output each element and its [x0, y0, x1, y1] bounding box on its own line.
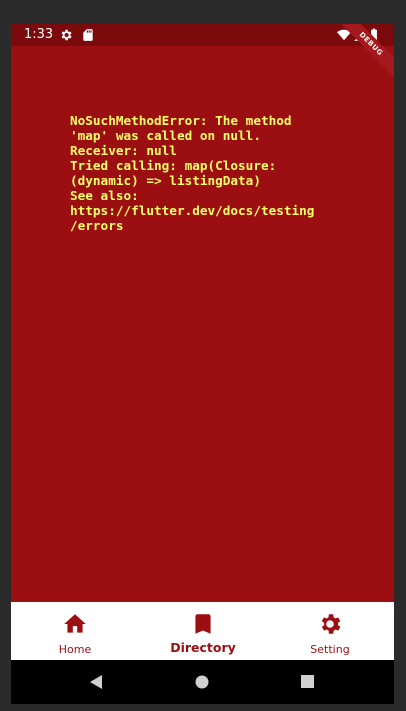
nav-label-home: Home [58, 643, 92, 656]
home-system-button[interactable] [172, 660, 232, 704]
device-frame: 1:33 DEBUG NoSuchMethodError: The method… [0, 0, 406, 711]
nav-label-directory: Directory [170, 640, 236, 655]
error-line: /errors [70, 218, 124, 233]
back-triangle-icon [90, 675, 102, 689]
error-line: Tried calling: map(Closure: [70, 158, 277, 173]
gear-icon [61, 29, 72, 41]
home-circle-icon [195, 675, 209, 689]
error-line: NoSuchMethodError: The method [70, 113, 292, 128]
error-line: https://flutter.dev/docs/testing [70, 203, 315, 218]
recents-button[interactable] [278, 660, 338, 704]
nav-item-directory[interactable]: Directory [139, 602, 267, 660]
error-line: See also: [70, 188, 139, 203]
status-time: 1:33 [24, 27, 54, 42]
home-icon [64, 614, 86, 633]
error-line: (dynamic) => listingData) [70, 173, 261, 188]
gear-icon [321, 614, 341, 634]
sd-card-icon [83, 29, 93, 41]
nav-item-setting[interactable]: Setting [266, 602, 394, 660]
app-screen: 1:33 DEBUG NoSuchMethodError: The method… [11, 24, 394, 660]
error-message: NoSuchMethodError: The method'map' was c… [70, 113, 370, 233]
recents-square-icon [301, 675, 314, 688]
system-navigation-bar [11, 660, 394, 704]
nav-label-setting: Setting [310, 643, 350, 656]
error-line: 'map' was called on null. [70, 128, 261, 143]
bookmark-icon [195, 614, 211, 634]
nav-item-home[interactable]: Home [11, 602, 139, 660]
status-bar: 1:33 [11, 24, 394, 46]
back-button[interactable] [66, 660, 126, 704]
error-line: Receiver: null [70, 143, 177, 158]
bottom-navigation-bar: Home Directory Setting [11, 602, 394, 660]
